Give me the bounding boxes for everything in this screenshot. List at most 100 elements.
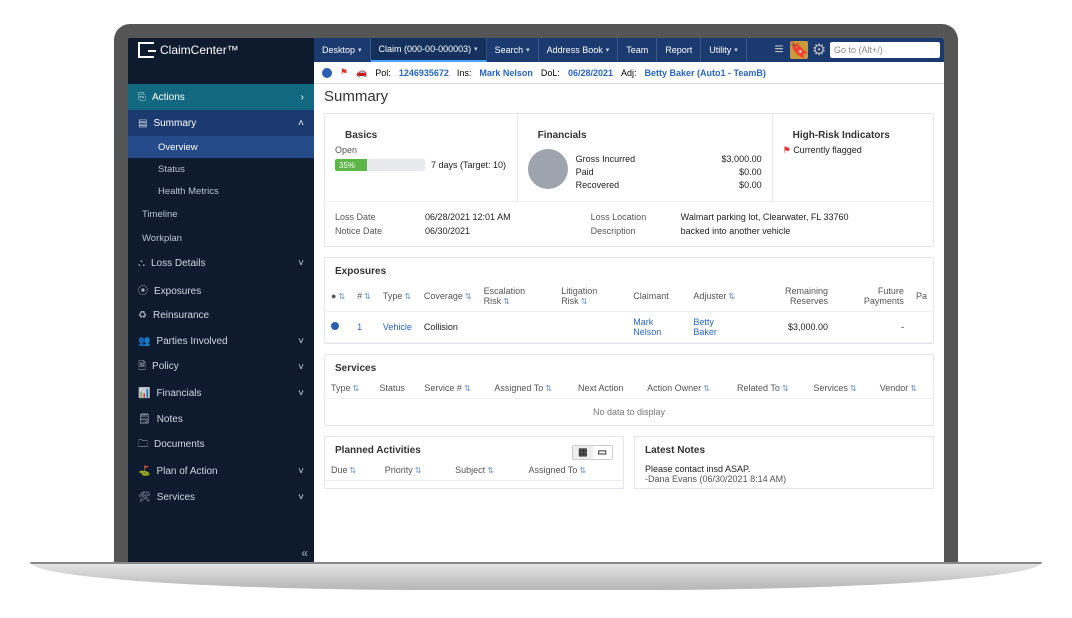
chevron-down-icon: ▾ [474, 45, 478, 53]
sidebar-documents[interactable]: 🗀Documents [128, 432, 314, 458]
svc-col-type[interactable]: Type⇅ [325, 378, 373, 399]
svc-col-vendor[interactable]: Vendor⇅ [874, 378, 933, 399]
grid-icon[interactable]: ▦ [573, 446, 592, 459]
dol-label: DoL: [541, 68, 560, 78]
sidebar-policy[interactable]: 🗎Policy˅ [128, 354, 314, 380]
policy-link[interactable]: 1246935672 [399, 68, 449, 78]
nav-report[interactable]: Report [657, 38, 701, 62]
chevron-down-icon: ˅ [298, 336, 304, 347]
sidebar-health[interactable]: Health Metrics [128, 180, 314, 202]
paid-value: $0.00 [739, 167, 762, 177]
list-icon[interactable]: ▭ [593, 446, 612, 459]
adjuster-link[interactable]: Betty Baker (Auto1 - TeamB) [645, 68, 766, 78]
col-paid[interactable]: Pa [910, 281, 933, 312]
insured-link[interactable]: Mark Nelson [479, 68, 533, 78]
svc-col-owner[interactable]: Action Owner⇅ [641, 378, 731, 399]
sidebar-collapse[interactable]: « [301, 546, 308, 560]
nav-claim[interactable]: Claim (000-00-000003)▾ [371, 38, 487, 62]
financials-header: Financials [528, 122, 762, 145]
sidebar-lossdetails[interactable]: ⛬Loss Details˅ [128, 250, 314, 276]
notice-label: Notice Date [335, 226, 425, 236]
services-table: Type⇅ Status Service #⇅ Assigned To⇅ Nex… [325, 378, 933, 399]
nav-utility[interactable]: Utility▾ [701, 38, 747, 62]
row-adjuster[interactable]: Betty Baker [687, 312, 745, 343]
dol-link[interactable]: 06/28/2021 [568, 68, 613, 78]
svc-col-status[interactable]: Status [373, 378, 418, 399]
exposures-panel: Exposures ●⇅ #⇅ Type⇅ Coverage⇅ Escalati… [324, 257, 934, 344]
act-col-subject[interactable]: Subject⇅ [449, 460, 522, 481]
sidebar-workplan[interactable]: Workplan [128, 226, 314, 250]
row-claimant[interactable]: Mark Nelson [627, 312, 687, 343]
col-litigation[interactable]: Litigation Risk⇅ [555, 281, 627, 312]
activities-table: Due⇅ Priority⇅ Subject⇅ Assigned To⇅ [325, 460, 623, 481]
col-type[interactable]: Type⇅ [377, 281, 418, 312]
nav-search[interactable]: Search▾ [487, 38, 539, 62]
sidebar-timeline[interactable]: Timeline [128, 202, 314, 226]
top-nav: Desktop▾ Claim (000-00-000003)▾ Search▾ … [314, 38, 747, 62]
svc-col-assigned[interactable]: Assigned To⇅ [488, 378, 572, 399]
chevron-up-icon: ˄ [298, 118, 304, 129]
col-coverage[interactable]: Coverage⇅ [418, 281, 478, 312]
sidebar-financials[interactable]: 📊Financials˅ [128, 380, 314, 406]
nav-desktop[interactable]: Desktop▾ [314, 38, 371, 62]
col-reserves[interactable]: Remaining Reserves [745, 281, 834, 312]
bookmark-icon[interactable]: 🔖 [790, 41, 808, 59]
menu-icon[interactable]: ≡ [770, 41, 788, 59]
gross-label: Gross Incurred [576, 154, 636, 164]
view-toggle[interactable]: ▦▭ [572, 445, 613, 460]
sidebar-plan[interactable]: ⛳Plan of Action˅ [128, 458, 314, 484]
act-col-due[interactable]: Due⇅ [325, 460, 379, 481]
chevron-down-icon: ˅ [298, 258, 304, 269]
app-logo: ClaimCenter™ [128, 38, 314, 62]
sidebar-summary[interactable]: ▤Summary ˄ [128, 110, 314, 136]
table-row[interactable]: 1 Vehicle Collision Mark Nelson Betty Ba… [325, 312, 933, 343]
gear-icon[interactable]: ⚙ [810, 41, 828, 59]
policy-icon: 🗎 [138, 361, 146, 372]
svc-col-related[interactable]: Related To⇅ [731, 378, 807, 399]
row-type[interactable]: Vehicle [377, 312, 418, 343]
claim-info-bar: ⚑ 🚗 Pol: 1246935672 Ins: Mark Nelson DoL… [314, 62, 944, 84]
flag-icon[interactable]: ⚑ [340, 67, 348, 78]
progress-days: 7 days (Target: 10) [431, 160, 506, 170]
gross-value: $3,000.00 [722, 154, 762, 164]
sidebar-services[interactable]: 🛠Services˅ [128, 484, 314, 510]
financials-icon: 📊 [138, 388, 150, 399]
svc-col-num[interactable]: Service #⇅ [418, 378, 488, 399]
nav-team[interactable]: Team [618, 38, 657, 62]
notes-header: Latest Notes [635, 437, 933, 460]
col-status[interactable]: ●⇅ [325, 281, 351, 312]
risk-flag: Currently flagged [793, 145, 862, 155]
col-escalation[interactable]: Escalation Risk⇅ [478, 281, 556, 312]
svc-col-next[interactable]: Next Action [572, 378, 641, 399]
svc-col-services[interactable]: Services⇅ [807, 378, 873, 399]
top-tools: ≡ 🔖 ⚙ Go to (Alt+/) [770, 41, 944, 59]
exposures-icon: ⦿ [138, 286, 148, 297]
services-header: Services [325, 355, 933, 378]
global-search-input[interactable]: Go to (Alt+/) [830, 42, 940, 58]
col-claimant[interactable]: Claimant [627, 281, 687, 312]
col-adjuster[interactable]: Adjuster⇅ [687, 281, 745, 312]
sidebar-overview[interactable]: Overview [128, 136, 314, 158]
parties-icon: 👥 [138, 336, 150, 347]
sidebar-parties[interactable]: 👥Parties Involved˅ [128, 328, 314, 354]
services-icon: 🛠 [138, 492, 151, 503]
row-num[interactable]: 1 [351, 312, 377, 343]
sidebar-status[interactable]: Status [128, 158, 314, 180]
chevron-down-icon: ˅ [298, 388, 304, 399]
nav-addressbook[interactable]: Address Book▾ [539, 38, 619, 62]
reinsurance-icon: ♻ [138, 310, 147, 321]
sidebar-actions[interactable]: ⎘Actions › [128, 84, 314, 110]
sidebar-exposures[interactable]: ⦿Exposures [128, 276, 314, 302]
row-status-dot [331, 322, 339, 330]
act-col-priority[interactable]: Priority⇅ [379, 460, 449, 481]
car-icon: 🚗 [356, 67, 367, 78]
location-label: Loss Location [591, 212, 681, 222]
sidebar-notes[interactable]: 🗒Notes [128, 406, 314, 432]
col-future[interactable]: Future Payments [834, 281, 910, 312]
act-col-assigned[interactable]: Assigned To⇅ [522, 460, 623, 481]
risk-header: High-Risk Indicators [783, 122, 923, 145]
row-coverage: Collision [418, 312, 478, 343]
col-num[interactable]: #⇅ [351, 281, 377, 312]
summary-icon: ▤ [138, 118, 147, 129]
sidebar-reinsurance[interactable]: ♻Reinsurance [128, 302, 314, 328]
